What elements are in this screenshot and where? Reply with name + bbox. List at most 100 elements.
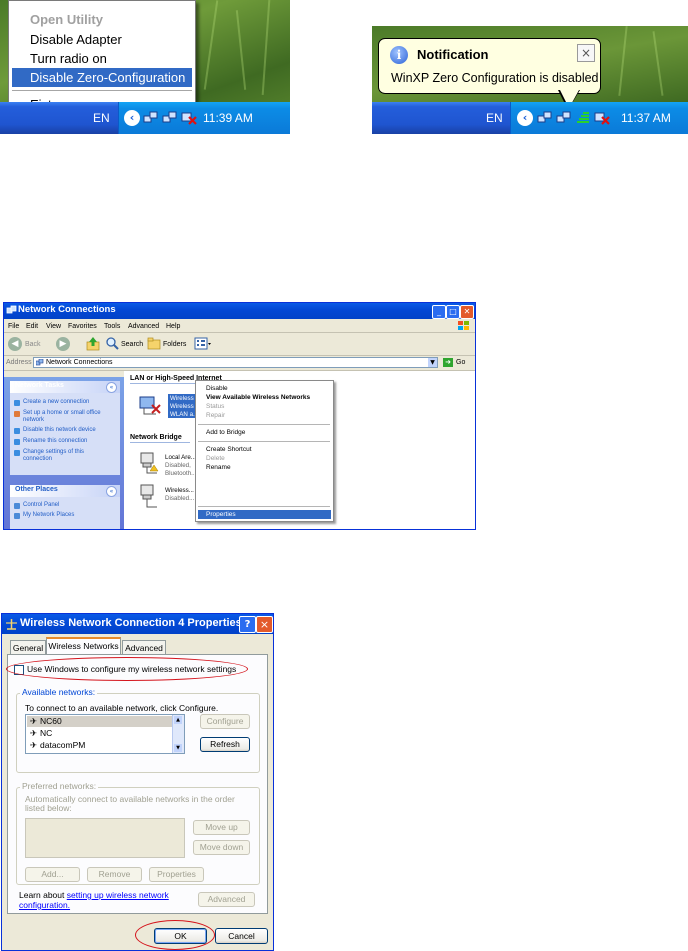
scrollbar[interactable]: ▲ ▼ xyxy=(172,715,184,753)
tab-wireless-networks[interactable]: Wireless Networks xyxy=(46,637,121,655)
notification-balloon[interactable]: i Notification × WinXP Zero Configuratio… xyxy=(378,38,601,94)
menu-item-disable-adapter[interactable]: Disable Adapter xyxy=(12,30,192,49)
show-hidden-icons-chevron-icon[interactable]: ‹ xyxy=(517,110,533,126)
menu-advanced[interactable]: Advanced xyxy=(128,323,159,330)
language-indicator[interactable]: EN xyxy=(93,111,110,125)
back-arrow-icon[interactable]: ◀ xyxy=(8,337,22,351)
search-icon[interactable] xyxy=(106,337,119,350)
views-icon[interactable] xyxy=(194,337,212,350)
menu-item-turn-radio-on[interactable]: Turn radio on xyxy=(12,49,192,68)
title-bar[interactable]: Network Connections _ □ ✕ xyxy=(4,303,475,319)
menu-help[interactable]: Help xyxy=(166,323,180,330)
ctx-delete[interactable]: Delete xyxy=(206,455,225,462)
network-connection-icon[interactable] xyxy=(143,111,159,125)
system-clock[interactable]: 11:39 AM xyxy=(203,111,253,125)
dialog-title: Wireless Network Connection 4 Properties xyxy=(20,617,242,629)
address-dropdown-chevron-down-icon[interactable]: ▼ xyxy=(428,358,437,367)
advanced-button[interactable]: Advanced xyxy=(198,892,255,907)
back-button-label[interactable]: Back xyxy=(25,341,41,348)
control-panel-icon xyxy=(14,503,20,509)
dialog-title-bar[interactable]: Wireless Network Connection 4 Properties… xyxy=(2,614,273,634)
system-clock[interactable]: 11:37 AM xyxy=(621,111,671,125)
menu-item-disable-zero-configuration[interactable]: Disable Zero-Configuration xyxy=(12,68,192,87)
list-item[interactable]: datacomPM xyxy=(40,740,85,750)
dialog-close-button[interactable]: × xyxy=(256,616,273,633)
address-bar: Address Network Connections ▼ ➜ Go xyxy=(4,356,475,371)
available-networks-list[interactable]: ✈ NC60 ✈ NC ✈ datacomPM ▲ ▼ xyxy=(25,714,185,754)
collapse-chevron-icon[interactable]: « xyxy=(106,382,117,393)
wireless2-connection-name[interactable]: Wireless... xyxy=(165,487,194,494)
scroll-down-chevron-icon[interactable]: ▼ xyxy=(174,744,182,752)
menu-file[interactable]: File xyxy=(8,323,19,330)
menu-edit[interactable]: Edit xyxy=(26,323,38,330)
wireless-connection-disabled-icon[interactable] xyxy=(138,393,162,417)
task-disable-device[interactable]: Disable this network device xyxy=(23,427,96,434)
place-control-panel[interactable]: Control Panel xyxy=(23,502,59,509)
windows-logo-icon xyxy=(458,321,469,330)
place-my-network-places[interactable]: My Network Places xyxy=(23,512,74,519)
show-hidden-icons-chevron-icon[interactable]: ‹ xyxy=(124,110,140,126)
list-item[interactable]: NC60 xyxy=(40,716,62,726)
wireless-signal-icon[interactable] xyxy=(575,111,591,125)
local-area-connection-icon[interactable] xyxy=(138,451,160,475)
wireless-properties-dialog: Wireless Network Connection 4 Properties… xyxy=(1,613,274,951)
ctx-rename[interactable]: Rename xyxy=(206,464,231,471)
menu-view[interactable]: View xyxy=(46,323,61,330)
tab-general[interactable]: General xyxy=(10,640,46,654)
learn-about-link-continued[interactable]: configuration. xyxy=(19,900,70,910)
collapse-chevron-icon[interactable]: « xyxy=(106,486,117,497)
menu-tools[interactable]: Tools xyxy=(104,323,120,330)
minimize-button[interactable]: _ xyxy=(432,305,446,319)
refresh-button[interactable]: Refresh xyxy=(200,737,250,752)
task-set-up-home-network[interactable]: Set up a home or small office network xyxy=(23,410,115,424)
menu-favorites[interactable]: Favorites xyxy=(68,323,97,330)
close-icon[interactable]: × xyxy=(577,44,595,62)
folders-icon[interactable] xyxy=(147,337,161,350)
local-connection-name[interactable]: Local Are... xyxy=(165,454,196,461)
move-up-button[interactable]: Move up xyxy=(193,820,250,835)
preferred-networks-list[interactable] xyxy=(25,818,185,858)
section-divider xyxy=(130,442,190,443)
ctx-properties[interactable]: Properties xyxy=(206,511,236,518)
network-tasks-header[interactable]: Network Tasks « xyxy=(10,381,120,393)
task-rename-connection[interactable]: Rename this connection xyxy=(23,438,87,445)
task-create-new-connection[interactable]: Create a new connection xyxy=(23,399,89,406)
ctx-add-to-bridge[interactable]: Add to Bridge xyxy=(206,429,245,436)
move-down-button[interactable]: Move down xyxy=(193,840,250,855)
network-connections-window: Network Connections _ □ ✕ File Edit View… xyxy=(3,302,476,530)
forward-arrow-icon[interactable]: ▶ xyxy=(56,337,70,351)
ctx-status[interactable]: Status xyxy=(206,403,224,410)
properties-button[interactable]: Properties xyxy=(149,867,204,882)
menu-item-open-utility[interactable]: Open Utility xyxy=(12,10,192,29)
close-button[interactable]: ✕ xyxy=(460,305,474,319)
go-arrow-icon[interactable]: ➜ xyxy=(443,358,453,367)
maximize-button[interactable]: □ xyxy=(446,305,460,319)
ctx-disable[interactable]: Disable xyxy=(206,385,228,392)
wireless-network-disabled-icon[interactable] xyxy=(594,111,610,125)
folders-button-label[interactable]: Folders xyxy=(163,341,186,348)
address-input[interactable]: Network Connections ▼ xyxy=(33,357,438,368)
other-places-header[interactable]: Other Places « xyxy=(10,485,120,497)
language-indicator[interactable]: EN xyxy=(486,111,503,125)
up-folder-icon[interactable] xyxy=(86,336,100,351)
wireless-network-disabled-icon[interactable] xyxy=(181,111,197,125)
tab-advanced[interactable]: Advanced xyxy=(122,640,166,654)
scroll-up-chevron-icon[interactable]: ▲ xyxy=(174,716,182,724)
remove-button[interactable]: Remove xyxy=(87,867,142,882)
add-button[interactable]: Add... xyxy=(25,867,80,882)
go-button-label[interactable]: Go xyxy=(456,359,465,366)
network-connection-icon[interactable] xyxy=(537,111,553,125)
wireless-connection-2-icon[interactable] xyxy=(138,483,160,509)
ctx-create-shortcut[interactable]: Create Shortcut xyxy=(206,446,252,453)
list-item[interactable]: NC xyxy=(40,728,52,738)
network-connection-icon[interactable] xyxy=(556,111,572,125)
ctx-repair[interactable]: Repair xyxy=(206,412,225,419)
cancel-button[interactable]: Cancel xyxy=(215,928,268,944)
configure-button[interactable]: Configure xyxy=(200,714,250,729)
task-change-settings[interactable]: Change settings of this connection xyxy=(23,449,113,463)
learn-about-link[interactable]: setting up wireless network xyxy=(67,890,169,900)
search-button-label[interactable]: Search xyxy=(121,341,143,348)
help-button[interactable]: ? xyxy=(239,616,256,633)
network-connection-icon[interactable] xyxy=(162,111,178,125)
ctx-view-available-wireless-networks[interactable]: View Available Wireless Networks xyxy=(206,394,310,401)
